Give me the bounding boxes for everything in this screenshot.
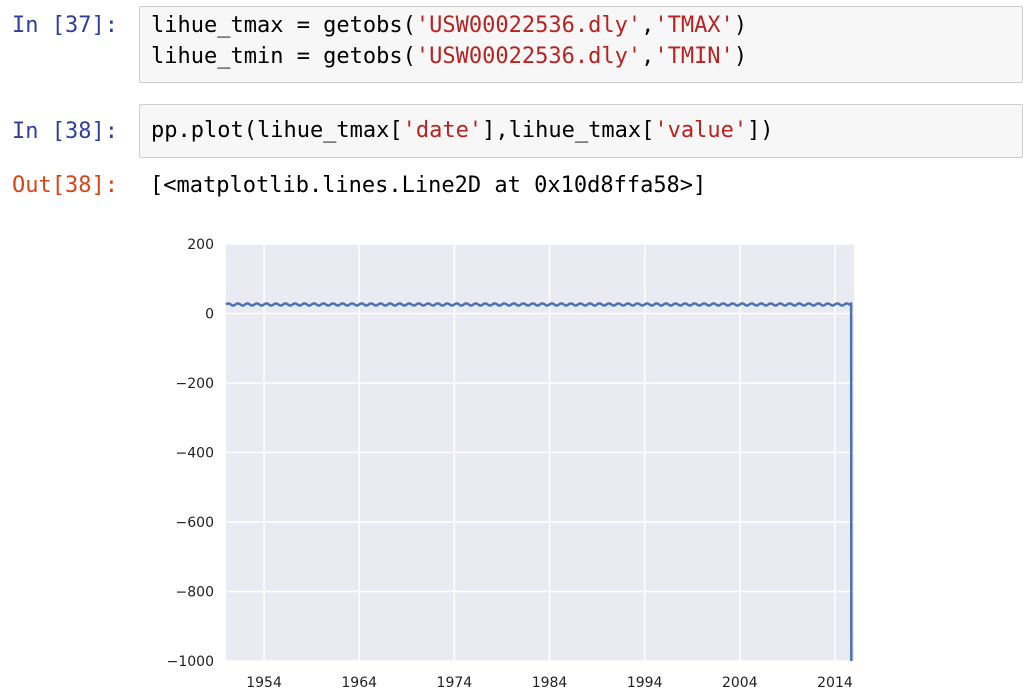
- cell-37-in-prompt: In [37]:: [12, 13, 118, 38]
- y-axis-ticks: 200 0 −200 −400 −600 −800 −1000: [167, 237, 214, 670]
- cell-38-out-prompt: Out[38]:: [12, 173, 118, 198]
- x-tick-label: 2004: [722, 675, 758, 691]
- y-tick-label: −800: [176, 585, 214, 601]
- code-line-1: lihue_tmax = getobs('USW00022536.dly','T…: [151, 13, 748, 38]
- cell-38-in-prompt: In [38]:: [12, 119, 118, 144]
- x-tick-label: 1994: [627, 675, 663, 691]
- y-tick-label: −200: [176, 376, 214, 392]
- x-tick-label: 2014: [817, 675, 853, 691]
- x-tick-label: 1984: [532, 675, 568, 691]
- x-tick-label: 1974: [437, 675, 473, 691]
- output-text: [<matplotlib.lines.Line2D at 0x10d8ffa58…: [150, 173, 707, 198]
- x-tick-label: 1954: [246, 675, 282, 691]
- y-tick-label: −600: [176, 515, 214, 531]
- line-plot: 2000−200−400−600−800−1000 1954 1964 1974 19…: [167, 237, 854, 691]
- y-tick-label: −400: [176, 446, 214, 462]
- x-tick-label: 1964: [341, 675, 377, 691]
- cell-37-input[interactable]: lihue_tmax = getobs('USW00022536.dly','T…: [139, 6, 1023, 83]
- y-tick-label: 0: [205, 307, 214, 323]
- x-axis-ticks: 1954 1964 1974 1984 1994 2004 2014: [246, 675, 853, 691]
- code-line-3: pp.plot(lihue_tmax['date'],lihue_tmax['v…: [151, 118, 774, 143]
- y-tick-label: −1000: [167, 654, 214, 670]
- y-tick-label: 200: [187, 237, 214, 253]
- code-line-2: lihue_tmin = getobs('USW00022536.dly','T…: [151, 44, 748, 69]
- cell-38-input[interactable]: pp.plot(lihue_tmax['date'],lihue_tmax['v…: [139, 104, 1023, 158]
